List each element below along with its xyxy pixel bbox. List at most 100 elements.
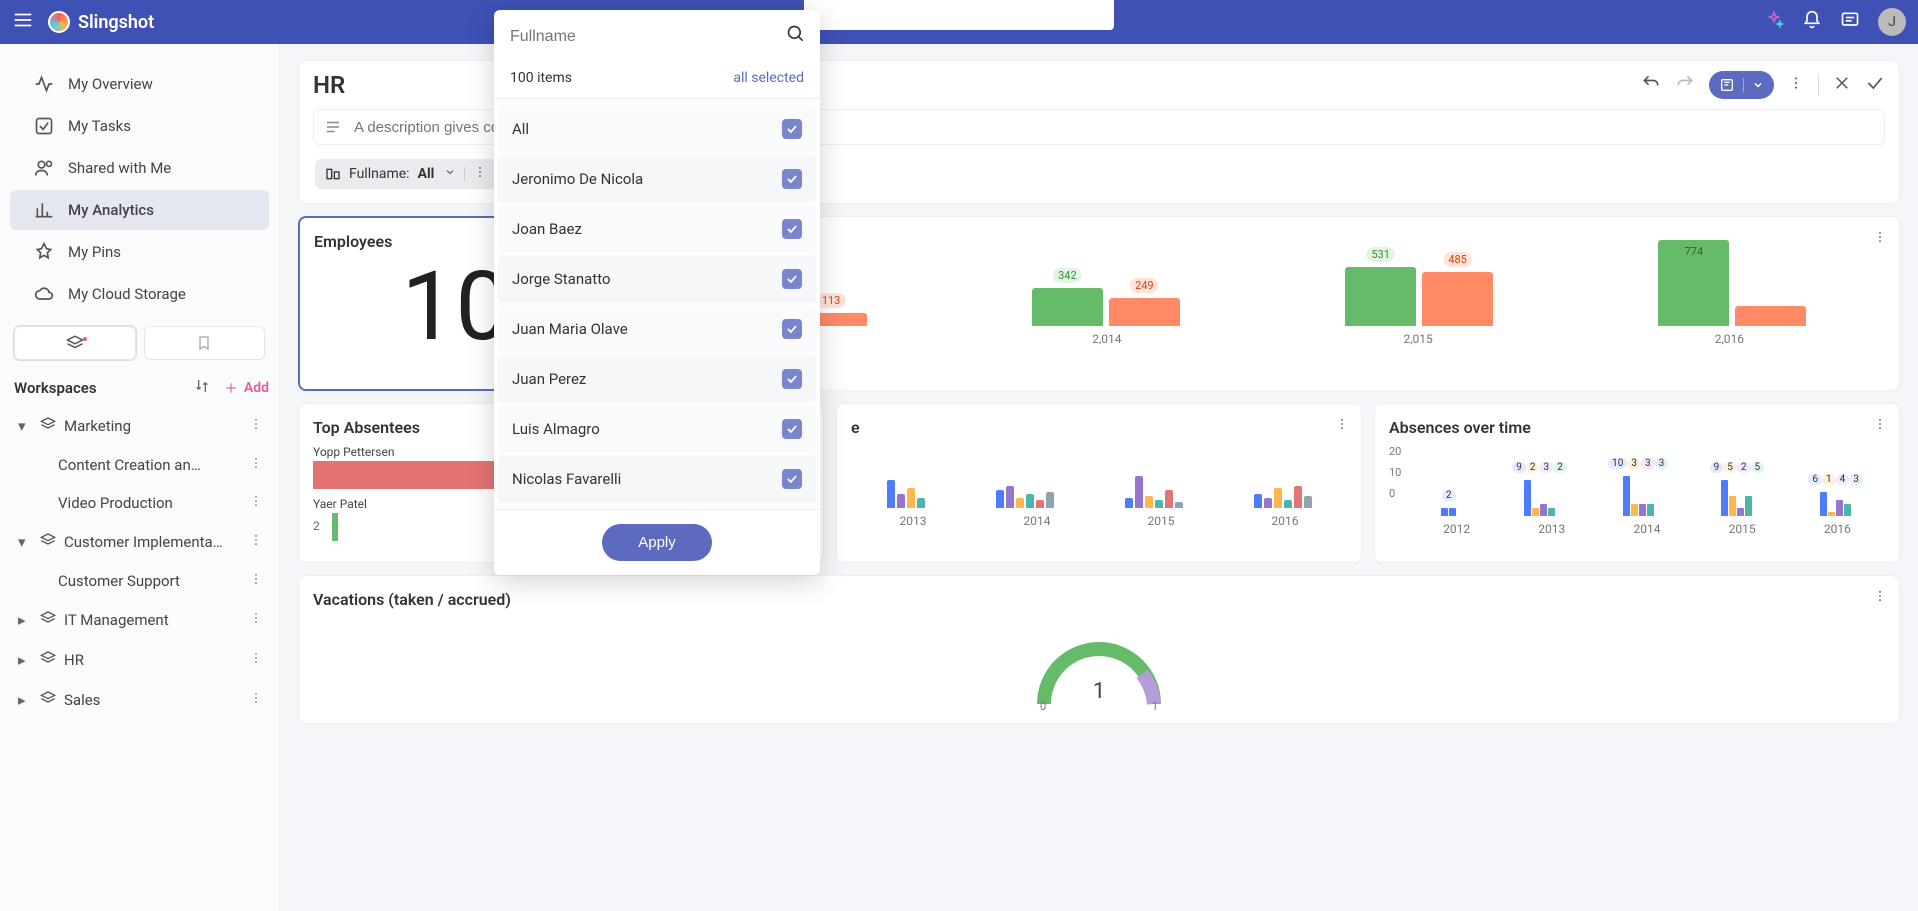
activity-icon xyxy=(34,74,54,94)
workspace-item[interactable]: ▸ IT Management xyxy=(0,600,279,640)
brand-name: Slingshot xyxy=(78,12,154,33)
checkbox-checked-icon[interactable] xyxy=(782,269,802,289)
refresh-button[interactable] xyxy=(1709,71,1774,99)
more-icon[interactable] xyxy=(249,651,267,669)
chevron-down-icon[interactable]: ▾ xyxy=(18,533,32,551)
filter-option[interactable]: Nicolas Favarelli xyxy=(498,455,816,503)
chip-more-icon[interactable] xyxy=(473,165,487,183)
gauge-min: 0 xyxy=(1040,700,1046,713)
card-more-icon[interactable] xyxy=(1873,416,1887,435)
sidebar-item-label: My Overview xyxy=(68,75,153,93)
sidebar-item-my-tasks[interactable]: My Tasks xyxy=(10,106,269,146)
layers-icon xyxy=(40,416,56,436)
chevron-down-icon[interactable]: ▾ xyxy=(18,417,32,435)
card-hires-over-time[interactable]: e 2013201420152016 xyxy=(836,403,1362,563)
workspace-item[interactable]: ▾Customer Implementa… xyxy=(0,522,279,562)
sidebar-item-my-pins[interactable]: My Pins xyxy=(10,232,269,272)
more-icon[interactable] xyxy=(249,533,267,551)
option-label: Nicolas Favarelli xyxy=(512,470,621,488)
gauge: 1 0 1 xyxy=(1034,639,1164,709)
sidebar-item-my-cloud-storage[interactable]: My Cloud Storage xyxy=(10,274,269,314)
search-icon[interactable] xyxy=(786,24,806,48)
pin-icon xyxy=(34,242,54,262)
checkbox-checked-icon[interactable] xyxy=(782,469,802,489)
workspace-child-item[interactable]: Content Creation an… xyxy=(0,446,279,484)
more-icon[interactable] xyxy=(1788,75,1804,95)
chevron-right-icon[interactable]: ▸ xyxy=(18,651,32,669)
workspace-bookmark-button[interactable] xyxy=(144,326,266,360)
option-label: Luis Almagro xyxy=(512,420,600,438)
sort-icon[interactable] xyxy=(194,378,210,398)
top-search-bar[interactable] xyxy=(804,0,1114,30)
chat-icon[interactable] xyxy=(1840,10,1860,34)
add-workspace-button[interactable]: Add xyxy=(224,380,269,396)
avatar[interactable]: J xyxy=(1878,8,1906,36)
filter-chip-fullname[interactable]: Fullname: All xyxy=(315,159,497,189)
x-label: 2,014 xyxy=(1092,332,1121,346)
topbar-actions: J xyxy=(1764,8,1906,36)
filter-option[interactable]: Juan Maria Olave xyxy=(498,305,816,353)
workspace-child-item[interactable]: Video Production xyxy=(0,484,279,522)
card-more-icon[interactable] xyxy=(1873,229,1887,248)
workspace-label: IT Management xyxy=(64,611,241,629)
workspace-item[interactable]: ▸Sales xyxy=(0,680,279,720)
sidebar: My Overview My Tasks Shared with Me My Anal… xyxy=(0,44,280,911)
sidebar-item-my-analytics[interactable]: My Analytics xyxy=(10,190,269,230)
gauge-value: 1 xyxy=(1034,679,1164,704)
more-icon[interactable] xyxy=(249,417,267,435)
sidebar-item-label: My Cloud Storage xyxy=(68,285,186,303)
chart-icon xyxy=(34,200,54,220)
x-label: 2015 xyxy=(1729,522,1756,536)
sidebar-item-label: Shared with Me xyxy=(68,159,171,177)
sidebar-item-shared-with-me[interactable]: Shared with Me xyxy=(10,148,269,188)
checkbox-checked-icon[interactable] xyxy=(782,119,802,139)
page-title[interactable]: HR xyxy=(313,71,345,99)
chevron-down-icon xyxy=(444,166,456,182)
workspace-item[interactable]: ▾Marketing xyxy=(0,406,279,446)
apply-button[interactable]: Apply xyxy=(602,524,712,561)
x-label: 2013 xyxy=(1538,522,1565,536)
workspace-child-item[interactable]: Customer Support xyxy=(0,562,279,600)
menu-icon[interactable] xyxy=(12,9,34,35)
sparkle-icon[interactable] xyxy=(1764,10,1784,34)
checkbox-checked-icon[interactable] xyxy=(782,169,802,189)
filter-option[interactable]: Jorge Stanatto xyxy=(498,255,816,303)
card-vacations[interactable]: Vacations (taken / accrued) 1 0 1 xyxy=(298,575,1900,724)
card-absences-over-time[interactable]: Absences over time 20 10 0 2923210333952… xyxy=(1374,403,1900,563)
undo-icon[interactable] xyxy=(1641,73,1661,97)
option-label: All xyxy=(512,120,529,138)
chevron-right-icon[interactable]: ▸ xyxy=(18,691,32,709)
absentee-count-1: 2 xyxy=(313,519,320,533)
sidebar-item-my-overview[interactable]: My Overview xyxy=(10,64,269,104)
workspace-item[interactable]: ▸HR xyxy=(0,640,279,680)
checkbox-checked-icon[interactable] xyxy=(782,419,802,439)
filter-option[interactable]: Luis Almagro xyxy=(498,405,816,453)
more-icon[interactable] xyxy=(249,691,267,709)
chevron-right-icon[interactable]: ▸ xyxy=(18,611,32,629)
filter-option[interactable]: Jeronimo De Nicola xyxy=(498,155,816,203)
workspace-layers-button[interactable] xyxy=(14,326,136,360)
close-icon[interactable] xyxy=(1833,74,1851,96)
app-logo[interactable]: Slingshot xyxy=(48,11,154,33)
x-label: 2016 xyxy=(1272,514,1299,528)
check-icon[interactable] xyxy=(1865,73,1885,97)
filter-option[interactable]: All xyxy=(498,105,816,153)
card-more-icon[interactable] xyxy=(1873,588,1887,607)
more-icon[interactable] xyxy=(249,611,267,629)
x-label: 2012 xyxy=(1443,522,1470,536)
redo-icon[interactable] xyxy=(1675,73,1695,97)
filter-option[interactable]: Juan Perez xyxy=(498,355,816,403)
popover-selected-text[interactable]: all selected xyxy=(733,70,804,86)
checkbox-checked-icon[interactable] xyxy=(782,219,802,239)
more-icon[interactable] xyxy=(249,494,267,512)
popover-search-input[interactable] xyxy=(510,28,770,46)
filter-option[interactable]: Joan Baez xyxy=(498,205,816,253)
checkbox-checked-icon[interactable] xyxy=(782,369,802,389)
more-icon[interactable] xyxy=(249,572,267,590)
checkbox-checked-icon[interactable] xyxy=(782,319,802,339)
y-tick: 20 xyxy=(1389,445,1401,458)
more-icon[interactable] xyxy=(249,456,267,474)
bell-icon[interactable] xyxy=(1802,10,1822,34)
workspace-child-label: Content Creation an… xyxy=(58,456,241,474)
card-more-icon[interactable] xyxy=(1335,416,1349,435)
